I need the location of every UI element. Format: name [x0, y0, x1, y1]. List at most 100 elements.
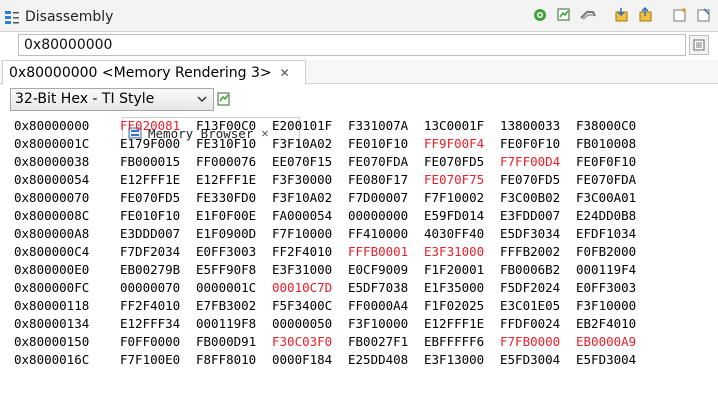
memory-cell[interactable]: F3F30000: [272, 171, 348, 189]
memory-cell[interactable]: E7FB3002: [196, 297, 272, 315]
memory-cell[interactable]: E1F0F00E: [196, 207, 272, 225]
memory-cell[interactable]: F3C00A01: [576, 189, 652, 207]
memory-cell[interactable]: E59FD014: [424, 207, 500, 225]
memory-cell[interactable]: E200101F: [272, 117, 348, 135]
memory-cell[interactable]: FE070F75: [424, 171, 500, 189]
link-icon[interactable]: [578, 5, 598, 25]
memory-cell[interactable]: E0FF3003: [576, 279, 652, 297]
memory-cell[interactable]: F3F10A02: [272, 189, 348, 207]
memory-cell[interactable]: FFFB2002: [500, 243, 576, 261]
memory-cell[interactable]: EB00279B: [120, 261, 196, 279]
memory-cell[interactable]: FE310F10: [196, 135, 272, 153]
memory-cell[interactable]: F30C03F0: [272, 333, 348, 351]
memory-cell[interactable]: FA000054: [272, 207, 348, 225]
memory-cell[interactable]: E3F31000: [424, 243, 500, 261]
run-icon[interactable]: [530, 5, 550, 25]
memory-cell[interactable]: FE0F0F10: [576, 153, 652, 171]
memory-cell[interactable]: F8FF8010: [196, 351, 272, 369]
memory-cell[interactable]: FB0027F1: [348, 333, 424, 351]
memory-cell[interactable]: 13800033: [500, 117, 576, 135]
memory-cell[interactable]: EB0000A9: [576, 333, 652, 351]
import-icon[interactable]: [612, 5, 632, 25]
memory-cell[interactable]: FF2F4010: [120, 297, 196, 315]
close-icon[interactable]: ✕: [280, 66, 290, 80]
memory-cell[interactable]: F7DF2034: [120, 243, 196, 261]
new-window-icon[interactable]: [670, 5, 690, 25]
memory-cell[interactable]: F7FF00D4: [500, 153, 576, 171]
memory-cell[interactable]: FE070FD5: [120, 189, 196, 207]
memory-cell[interactable]: E5FD3004: [576, 351, 652, 369]
memory-cell[interactable]: F38000C0: [576, 117, 652, 135]
memory-cell[interactable]: 000119F4: [576, 261, 652, 279]
memory-cell[interactable]: FB0006B2: [500, 261, 576, 279]
memory-cell[interactable]: FF410000: [348, 225, 424, 243]
memory-cell[interactable]: F3F10000: [348, 315, 424, 333]
memory-cell[interactable]: FE070FD5: [500, 171, 576, 189]
memory-cell[interactable]: E12FFF34: [120, 315, 196, 333]
memory-cell[interactable]: FF2F4010: [272, 243, 348, 261]
memory-cell[interactable]: FE080F17: [348, 171, 424, 189]
memory-cell[interactable]: EFDF1034: [576, 225, 652, 243]
memory-cell[interactable]: FF020081: [120, 117, 196, 135]
memory-cell[interactable]: E5DF3034: [500, 225, 576, 243]
memory-cell[interactable]: E0FF3003: [196, 243, 272, 261]
memory-cell[interactable]: FFFB0001: [348, 243, 424, 261]
memory-cell[interactable]: 000119F8: [196, 315, 272, 333]
memory-cell[interactable]: F7F10000: [272, 225, 348, 243]
new-rendering-icon[interactable]: [554, 5, 574, 25]
memory-cell[interactable]: E179F000: [120, 135, 196, 153]
memory-cell[interactable]: E3C01E05: [500, 297, 576, 315]
memory-cell[interactable]: E12FFF1E: [424, 315, 500, 333]
memory-cell[interactable]: E25DD408: [348, 351, 424, 369]
memory-cell[interactable]: EB2F4010: [576, 315, 652, 333]
memory-cell[interactable]: F0FB2000: [576, 243, 652, 261]
memory-cell[interactable]: F3C00B02: [500, 189, 576, 207]
memory-cell[interactable]: 13C0001F: [424, 117, 500, 135]
memory-cell[interactable]: F1F20001: [424, 261, 500, 279]
memory-cell[interactable]: F7F100E0: [120, 351, 196, 369]
memory-cell[interactable]: 00000050: [272, 315, 348, 333]
memory-cell[interactable]: F331007A: [348, 117, 424, 135]
memory-cell[interactable]: E3FDD007: [500, 207, 576, 225]
memory-cell[interactable]: F1F02025: [424, 297, 500, 315]
memory-cell[interactable]: F5DF2024: [500, 279, 576, 297]
memory-cell[interactable]: EBFFFFF6: [424, 333, 500, 351]
memory-cell[interactable]: F13F00C0: [196, 117, 272, 135]
memory-cell[interactable]: FB000D91: [196, 333, 272, 351]
memory-cell[interactable]: FB010008: [576, 135, 652, 153]
pin-icon[interactable]: [694, 5, 714, 25]
memory-cell[interactable]: FE070FD5: [424, 153, 500, 171]
memory-cell[interactable]: FE010F10: [348, 135, 424, 153]
memory-cell[interactable]: 00000070: [120, 279, 196, 297]
memory-cell[interactable]: FFDF0024: [500, 315, 576, 333]
memory-cell[interactable]: E1F35000: [424, 279, 500, 297]
memory-cell[interactable]: FE330FD0: [196, 189, 272, 207]
tab-memory-rendering[interactable]: 0x80000000 <Memory Rendering 3> ✕: [2, 60, 306, 85]
memory-cell[interactable]: F3F10000: [576, 297, 652, 315]
memory-cell[interactable]: 4030FF40: [424, 225, 500, 243]
memory-cell[interactable]: 0000F184: [272, 351, 348, 369]
memory-cell[interactable]: E5FF90F8: [196, 261, 272, 279]
memory-cell[interactable]: E5FD3004: [500, 351, 576, 369]
tab-disassembly[interactable]: Disassembly: [4, 2, 120, 31]
memory-cell[interactable]: E12FFF1E: [196, 171, 272, 189]
export-icon[interactable]: [636, 5, 656, 25]
format-select[interactable]: 32-Bit Hex - TI Style: [10, 87, 214, 111]
memory-cell[interactable]: FF000076: [196, 153, 272, 171]
memory-cell[interactable]: E3DDD007: [120, 225, 196, 243]
memory-cell[interactable]: FE070FDA: [576, 171, 652, 189]
memory-cell[interactable]: EE070F15: [272, 153, 348, 171]
memory-cell[interactable]: E5DF7038: [348, 279, 424, 297]
memory-cell[interactable]: FF9F00F4: [424, 135, 500, 153]
new-rendering-icon[interactable]: [216, 91, 232, 107]
address-input[interactable]: [18, 34, 686, 56]
memory-cell[interactable]: E1F0900D: [196, 225, 272, 243]
memory-cell[interactable]: F7F10002: [424, 189, 500, 207]
memory-cell[interactable]: FE010F10: [120, 207, 196, 225]
memory-cell[interactable]: F3F10A02: [272, 135, 348, 153]
memory-cell[interactable]: F7FB0000: [500, 333, 576, 351]
memory-cell[interactable]: E12FFF1E: [120, 171, 196, 189]
memory-cell[interactable]: E24DD0B8: [576, 207, 652, 225]
memory-cell[interactable]: 00000000: [348, 207, 424, 225]
memory-cell[interactable]: F5F3400C: [272, 297, 348, 315]
